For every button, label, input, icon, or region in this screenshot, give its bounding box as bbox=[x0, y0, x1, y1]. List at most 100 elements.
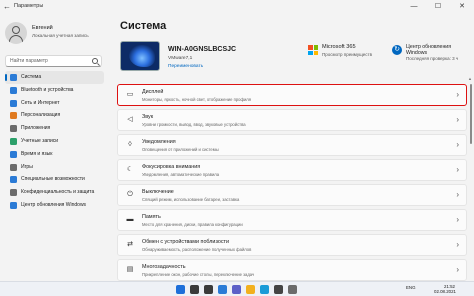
settings-card[interactable]: ⇄ Обмен с устройствами поблизости Обнаружи… bbox=[117, 234, 467, 256]
rename-link[interactable]: Переименовать bbox=[168, 64, 203, 69]
sidebar-item[interactable]: Специальные возможности bbox=[5, 173, 104, 186]
shield-icon bbox=[10, 189, 17, 197]
sidebar-item-label: Специальные возможности bbox=[21, 176, 85, 183]
scrollbar[interactable]: ▲ bbox=[468, 76, 472, 274]
sidebar-item[interactable]: Центр обновления Windows bbox=[5, 199, 104, 212]
settings-icon[interactable] bbox=[288, 285, 297, 294]
update-title: Центр обновления Windows bbox=[406, 44, 452, 56]
chat-icon[interactable] bbox=[232, 285, 241, 294]
maximize-button[interactable]: ☐ bbox=[426, 0, 450, 14]
chevron-right-icon: › bbox=[456, 265, 459, 274]
sidebar-item-label: Время и язык bbox=[21, 150, 53, 157]
update-icon: ↻ bbox=[392, 45, 402, 55]
settings-window: ← Параметры — ☐ ✕ Евгений Локальная учет… bbox=[0, 0, 474, 281]
chevron-right-icon: › bbox=[456, 90, 459, 99]
accessibility-icon bbox=[10, 176, 17, 184]
sidebar-item[interactable]: Приложения bbox=[5, 122, 104, 135]
card-title: Звук bbox=[142, 113, 154, 120]
widgets-icon[interactable] bbox=[218, 285, 227, 294]
store-icon[interactable] bbox=[274, 285, 283, 294]
card-subtitle: Место для хранения, диски, правила конфи… bbox=[142, 221, 243, 227]
windows-update-tile[interactable]: ↻ Центр обновления Windows Последняя про… bbox=[392, 43, 472, 73]
sidebar-item[interactable]: Игры bbox=[5, 161, 104, 174]
settings-card[interactable]: ▤ Многозадачность Прикрепление окон, рабоч… bbox=[117, 259, 467, 281]
back-arrow-icon[interactable]: ← bbox=[3, 2, 12, 11]
sidebar-item-label: Приложения bbox=[21, 125, 51, 132]
chevron-right-icon: › bbox=[456, 140, 459, 149]
network-icon bbox=[10, 99, 17, 107]
device-name: WIN-A0GNSLBCSJC bbox=[168, 46, 237, 53]
language-indicator[interactable]: ENG bbox=[406, 285, 416, 290]
m365-subtitle: Просмотр преимуществ bbox=[322, 52, 373, 57]
speaker-icon: ◁ bbox=[127, 116, 133, 123]
power-icon: ⏻ bbox=[127, 191, 133, 198]
start-icon[interactable] bbox=[176, 285, 185, 294]
card-title: Многозадачность bbox=[142, 263, 186, 270]
search-icon[interactable] bbox=[190, 285, 199, 294]
sidebar-item[interactable]: Учетные записи bbox=[5, 135, 104, 148]
user-profile[interactable]: Евгений Локальная учетная запись bbox=[5, 22, 105, 48]
card-subtitle: Уровни громкости, вывод, ввод, звуковые … bbox=[142, 121, 246, 127]
clock-date[interactable]: 02.08.2021 bbox=[434, 289, 456, 294]
edge-icon[interactable] bbox=[260, 285, 269, 294]
chevron-right-icon: › bbox=[456, 115, 459, 124]
taskbar: ENG 21:52 02.08.2021 bbox=[0, 281, 474, 296]
window-title: Параметры bbox=[14, 3, 44, 9]
settings-card[interactable]: ▭ Дисплей Мониторы, яркость, ночной свет, … bbox=[117, 84, 467, 106]
m365-title: Microsoft 365 bbox=[322, 44, 356, 50]
settings-card[interactable]: ◁ Звук Уровни громкости, вывод, ввод, звук… bbox=[117, 109, 467, 131]
gamepad-icon bbox=[10, 163, 17, 171]
device-model: VMware7,1 bbox=[168, 56, 193, 61]
sidebar-item-label: Учетные записи bbox=[21, 137, 59, 144]
sidebar-item[interactable]: Время и язык bbox=[5, 148, 104, 161]
settings-card[interactable]: ◊ Уведомления Оповещения от приложений и с… bbox=[117, 134, 467, 156]
chevron-right-icon: › bbox=[456, 215, 459, 224]
account-icon bbox=[10, 137, 17, 145]
sidebar-item[interactable]: Сеть и Интернет bbox=[5, 97, 104, 110]
sidebar-item[interactable]: Конфиденциальность и защита bbox=[5, 186, 104, 199]
clock-time[interactable]: 21:52 bbox=[444, 284, 455, 289]
card-title: Выключение bbox=[142, 188, 174, 195]
card-subtitle: Уведомления, автоматические правила bbox=[142, 171, 220, 177]
minimize-button[interactable]: — bbox=[402, 0, 426, 14]
card-subtitle: Оповещения от приложений и системы bbox=[142, 146, 219, 152]
card-subtitle: Прикрепление окон, рабочие столы, перекл… bbox=[142, 271, 255, 277]
update-icon bbox=[10, 201, 17, 209]
explorer-icon[interactable] bbox=[246, 285, 255, 294]
moon-icon: ☾ bbox=[126, 166, 134, 173]
sidebar-nav: Система Bluetooth и устройства Сеть и Инте… bbox=[5, 71, 104, 212]
update-subtitle: Последняя проверка: 3 ч bbox=[406, 56, 459, 61]
sidebar-item-label: Персонализация bbox=[21, 112, 61, 119]
apps-icon bbox=[10, 125, 17, 133]
settings-card[interactable]: ⏻ Выключение Спящий режим, использование б… bbox=[117, 184, 467, 206]
task-view-icon[interactable] bbox=[204, 285, 213, 294]
sidebar-item-label: Центр обновления Windows bbox=[21, 201, 87, 208]
settings-card[interactable]: ☾ Фокусировка внимания Уведомления, автома… bbox=[117, 159, 467, 181]
search-input[interactable]: Найти параметр bbox=[5, 55, 102, 67]
card-subtitle: Спящий режим, использование батареи, зас… bbox=[142, 196, 240, 202]
avatar-body-icon bbox=[9, 35, 23, 44]
sidebar-item-label: Сеть и Интернет bbox=[21, 99, 60, 106]
scrollbar-thumb[interactable] bbox=[470, 84, 472, 144]
card-title: Обмен с устройствами поблизости bbox=[142, 238, 230, 245]
close-button[interactable]: ✕ bbox=[450, 0, 474, 14]
settings-card[interactable]: ▬ Память Место для хранения, диски, правил… bbox=[117, 209, 467, 231]
scroll-up-icon[interactable]: ▲ bbox=[468, 76, 472, 81]
storage-icon: ▬ bbox=[126, 216, 134, 223]
sidebar-item-label: Игры bbox=[21, 163, 33, 170]
sidebar-item[interactable]: Персонализация bbox=[5, 109, 104, 122]
multitask-icon: ▤ bbox=[126, 266, 134, 273]
card-title: Память bbox=[142, 213, 161, 220]
share-icon: ⇄ bbox=[127, 241, 133, 248]
sidebar-item[interactable]: Система bbox=[5, 71, 104, 84]
sidebar-item-label: Конфиденциальность и защита bbox=[21, 189, 95, 196]
bell-icon: ◊ bbox=[128, 141, 132, 148]
user-name: Евгений bbox=[32, 25, 53, 31]
card-title: Фокусировка внимания bbox=[142, 163, 201, 170]
search-icon[interactable] bbox=[92, 58, 98, 64]
sidebar-item[interactable]: Bluetooth и устройства bbox=[5, 84, 104, 97]
avatar bbox=[5, 22, 27, 44]
microsoft-365-tile[interactable]: Microsoft 365 Просмотр преимуществ bbox=[308, 43, 394, 69]
card-title: Уведомления bbox=[142, 138, 176, 145]
settings-cards: ▭ Дисплей Мониторы, яркость, ночной свет, … bbox=[117, 84, 467, 284]
